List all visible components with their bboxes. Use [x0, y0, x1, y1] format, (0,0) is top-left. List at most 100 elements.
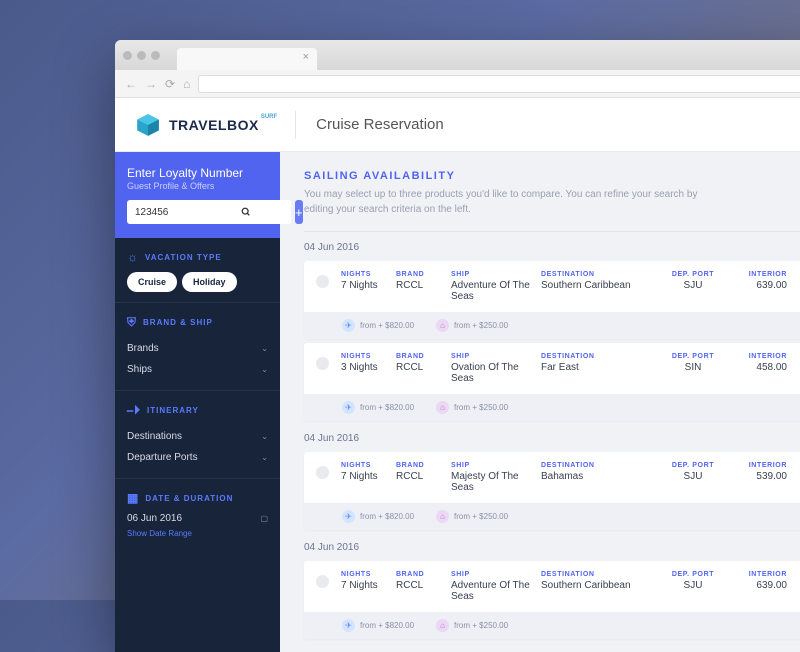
brand-suffix: SURF: [261, 114, 277, 120]
route-icon: ⎯⏵: [127, 403, 141, 418]
sun-icon: ☼: [127, 250, 139, 264]
col-label: INTERIOR: [725, 353, 787, 360]
calendar-open-icon: ▢: [260, 514, 268, 523]
col-value: RCCL: [396, 471, 451, 482]
addon-flight[interactable]: ✈from + $820.00: [342, 510, 414, 523]
forward-icon[interactable]: →: [145, 77, 157, 91]
col-label: DESTINATION: [541, 462, 661, 469]
logo-icon: [135, 112, 161, 138]
browser-tabbar: [115, 40, 800, 70]
select-radio[interactable]: [316, 357, 329, 370]
filter-date: ▦DATE & DURATION 06 Jun 2016▢ Show Date …: [115, 479, 280, 538]
traffic-light-max[interactable]: [151, 51, 160, 60]
filter-vacation: ☼VACATION TYPE Cruise Holiday: [115, 238, 280, 303]
divider: [304, 231, 800, 232]
col-value: 381.00: [787, 280, 800, 291]
reload-icon[interactable]: ⟳: [165, 77, 175, 91]
back-icon[interactable]: ←: [125, 77, 137, 91]
col-label: DESTINATION: [541, 353, 661, 360]
sidebar: Enter Loyalty Number Guest Profile & Off…: [115, 152, 280, 652]
col-label: OCEAN: [787, 571, 800, 578]
col-label: SHIP: [451, 462, 541, 469]
addons-row: ✈from + $820.00 ⌂from + $250.00: [304, 394, 800, 421]
sailing-card[interactable]: NIGHTS3 NightsBRANDRCCLSHIPOvation Of Th…: [304, 343, 800, 421]
select-radio[interactable]: [316, 275, 329, 288]
filter-heading: BRAND & SHIP: [143, 318, 213, 327]
col-value: Far East: [541, 362, 661, 373]
col-value: SJU: [661, 471, 725, 482]
col-label: BRAND: [396, 271, 451, 278]
url-input[interactable]: [198, 75, 800, 93]
col-label: DEP. PORT: [661, 353, 725, 360]
addon-hotel[interactable]: ⌂from + $250.00: [436, 619, 508, 632]
col-label: NIGHTS: [341, 571, 396, 578]
dropdown-destinations[interactable]: Destinations⌄: [127, 426, 268, 447]
col-value: SJU: [661, 280, 725, 291]
col-label: SHIP: [451, 571, 541, 578]
col-value: 639.00: [725, 280, 787, 291]
sailing-card[interactable]: NIGHTS7 NightsBRANDRCCLSHIPAdventure Of …: [304, 561, 800, 639]
filter-itinerary: ⎯⏵ITINERARY Destinations⌄ Departure Port…: [115, 391, 280, 479]
pill-cruise[interactable]: Cruise: [127, 272, 177, 292]
dropdown-ports[interactable]: Departure Ports⌄: [127, 447, 268, 468]
col-label: DESTINATION: [541, 271, 661, 278]
col-label: NIGHTS: [341, 462, 396, 469]
col-value: RCCL: [396, 362, 451, 373]
dropdown-brands[interactable]: Brands⌄: [127, 338, 268, 359]
col-label: BRAND: [396, 571, 451, 578]
page-title: Cruise Reservation: [316, 116, 444, 133]
traffic-light-close[interactable]: [123, 51, 132, 60]
addon-flight[interactable]: ✈from + $820.00: [342, 319, 414, 332]
brand-name: TRAVELBOX: [169, 117, 259, 133]
col-label: NIGHTS: [341, 271, 396, 278]
header-divider: [295, 111, 296, 139]
dropdown-ships[interactable]: Ships⌄: [127, 359, 268, 380]
addon-hotel[interactable]: ⌂from + $250.00: [436, 319, 508, 332]
addon-hotel[interactable]: ⌂from + $250.00: [436, 401, 508, 414]
col-value: RCCL: [396, 580, 451, 591]
col-value: 7 Nights: [341, 471, 396, 482]
loyalty-input[interactable]: [127, 200, 291, 224]
select-radio[interactable]: [316, 575, 329, 588]
add-button[interactable]: +: [295, 200, 303, 224]
search-icon[interactable]: [235, 200, 257, 224]
date-range-link[interactable]: Show Date Range: [127, 529, 268, 538]
col-value: 981.00: [787, 471, 800, 482]
browser-tab[interactable]: [177, 48, 317, 70]
addon-flight[interactable]: ✈from + $820.00: [342, 401, 414, 414]
col-label: OCEAN: [787, 353, 800, 360]
addons-row: ✈from + $820.00 ⌂from + $250.00: [304, 503, 800, 530]
chevron-down-icon: ⌄: [261, 432, 268, 441]
col-label: INTERIOR: [725, 462, 787, 469]
col-label: DEP. PORT: [661, 462, 725, 469]
addons-row: ✈from + $820.00 ⌂from + $250.00: [304, 312, 800, 339]
chevron-down-icon: ⌄: [261, 453, 268, 462]
addon-hotel[interactable]: ⌂from + $250.00: [436, 510, 508, 523]
filter-heading: DATE & DURATION: [145, 494, 233, 503]
traffic-light-min[interactable]: [137, 51, 146, 60]
col-label: BRAND: [396, 462, 451, 469]
addon-flight[interactable]: ✈from + $820.00: [342, 619, 414, 632]
sailing-card[interactable]: NIGHTS7 NightsBRANDRCCLSHIPAdventure Of …: [304, 261, 800, 339]
col-label: DEP. PORT: [661, 571, 725, 578]
col-value: Southern Caribbean: [541, 580, 661, 591]
filter-brandship: ⛨BRAND & SHIP Brands⌄ Ships⌄: [115, 303, 280, 391]
plane-icon: ✈: [342, 401, 355, 414]
date-value-row[interactable]: 06 Jun 2016▢: [127, 513, 268, 524]
col-value: Bahamas: [541, 471, 661, 482]
results-list: 04 Jun 2016NIGHTS7 NightsBRANDRCCLSHIPAd…: [304, 242, 800, 639]
group-date: 04 Jun 2016: [304, 433, 800, 444]
col-label: SHIP: [451, 271, 541, 278]
bed-icon: ⌂: [436, 619, 449, 632]
main-heading: SAILING AVAILABILITY: [304, 170, 800, 182]
select-radio[interactable]: [316, 466, 329, 479]
col-value: Adventure Of The Seas: [451, 280, 541, 302]
col-label: DEP. PORT: [661, 271, 725, 278]
plane-icon: ✈: [342, 510, 355, 523]
col-label: DESTINATION: [541, 571, 661, 578]
sailing-card[interactable]: NIGHTS7 NightsBRANDRCCLSHIPMajesty Of Th…: [304, 452, 800, 530]
home-icon[interactable]: ⌂: [183, 77, 190, 91]
pill-holiday[interactable]: Holiday: [182, 272, 237, 292]
col-value: Ovation Of The Seas: [451, 362, 541, 384]
col-label: OCEAN: [787, 462, 800, 469]
